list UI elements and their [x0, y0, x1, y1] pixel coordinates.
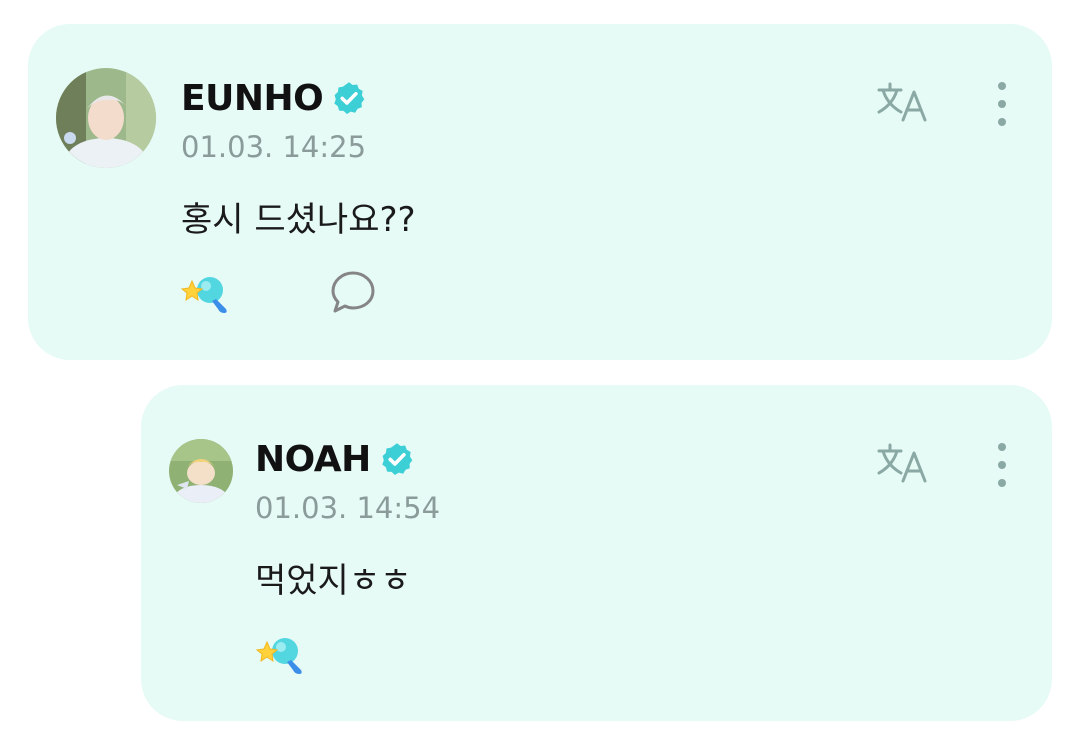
reply-timestamp: 01.03. 14:54: [255, 491, 441, 525]
star-light-stick-icon[interactable]: [180, 271, 232, 315]
post-timestamp: 01.03. 14:25: [181, 130, 367, 164]
reply-card[interactable]: NOAH 01.03. 14:54 먹었지ㅎㅎ: [141, 385, 1052, 721]
translate-icon[interactable]: [875, 80, 931, 124]
post-card[interactable]: EUNHO 01.03. 14:25 홍시 드셨나요??: [28, 24, 1052, 360]
more-vertical-icon[interactable]: [992, 443, 1012, 487]
author-row: NOAH: [255, 437, 415, 481]
post-message: 홍시 드셨나요??: [181, 200, 416, 240]
author-name[interactable]: EUNHO: [181, 78, 324, 119]
reply-message: 먹었지ㅎㅎ: [255, 561, 412, 601]
verified-check-icon: [334, 82, 365, 115]
verified-check-icon: [382, 443, 413, 476]
author-avatar[interactable]: [56, 68, 156, 168]
author-avatar[interactable]: [169, 439, 233, 503]
avatar-image: [169, 439, 233, 503]
avatar-image: [56, 68, 156, 168]
translate-icon[interactable]: [875, 441, 931, 485]
star-light-stick-icon[interactable]: [255, 632, 307, 676]
comment-bubble-icon[interactable]: [330, 270, 376, 314]
more-vertical-icon[interactable]: [992, 82, 1012, 126]
author-name[interactable]: NOAH: [255, 439, 371, 480]
author-row: EUNHO: [181, 76, 367, 120]
